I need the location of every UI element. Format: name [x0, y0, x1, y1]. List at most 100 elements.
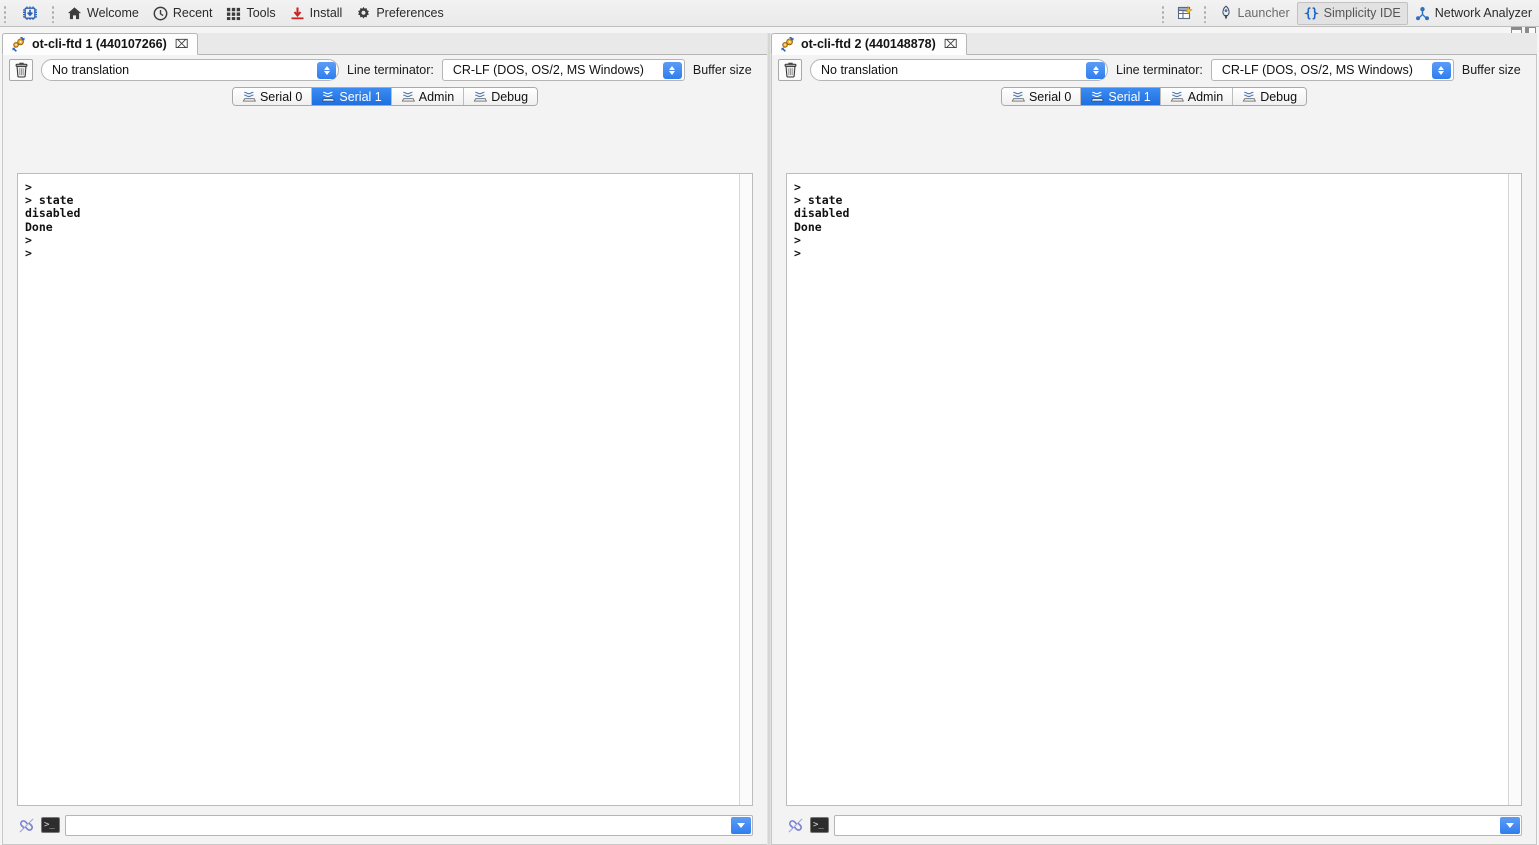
perspective-label-simplicity-ide: Simplicity IDE — [1323, 5, 1401, 20]
clock-icon — [153, 6, 168, 21]
console-body-left: No translation Line terminator: CR-LF (D… — [2, 55, 768, 845]
home-icon — [67, 6, 82, 21]
console-options-right: No translation Line terminator: CR-LF (D… — [772, 55, 1536, 85]
terminal-output-left[interactable]: > > state disabled Done > > — [17, 173, 753, 806]
console-options-left: No translation Line terminator: CR-LF (D… — [3, 55, 767, 85]
line-terminator-value-left: CR-LF (DOS, OS/2, MS Windows) — [452, 63, 644, 77]
keyboard-icon — [242, 91, 256, 102]
buffer-size-label-left: Buffer size — [692, 63, 752, 77]
perspective-drag-handle-2[interactable] — [1201, 3, 1210, 23]
toolbar-button-preferences[interactable]: Preferences — [349, 2, 450, 25]
launcher-icon — [1219, 5, 1233, 21]
serial-tab-label: Serial 0 — [1028, 89, 1072, 104]
workbench-area: ot-cli-ftd 1 (440107266) ⌧ No translatio… — [0, 27, 1539, 845]
console-panel-right: ot-cli-ftd 2 (440148878) ⌧ No translatio… — [771, 33, 1537, 845]
toolbar-button-install[interactable]: Install — [283, 2, 350, 25]
terminal-glyph-icon: >_ — [810, 817, 829, 833]
perspective-simplicity-ide[interactable]: Simplicity IDE — [1296, 1, 1408, 25]
toolbar-label-welcome: Welcome — [87, 5, 139, 20]
toolbar-label-install: Install — [309, 5, 343, 20]
editor-tab-row-right: ot-cli-ftd 2 (440148878) ⌧ — [771, 33, 1537, 55]
toolbar-label-preferences: Preferences — [376, 5, 444, 20]
editor-tab-row-left: ot-cli-ftd 1 (440107266) ⌧ — [2, 33, 768, 55]
download-icon — [290, 6, 305, 21]
serial-tab-serial-1-right[interactable]: Serial 1 — [1081, 88, 1161, 105]
stepper-icon[interactable] — [1431, 62, 1451, 79]
serial-tab-serial-1-left[interactable]: Serial 1 — [312, 88, 392, 105]
toolbar-button-chip-download[interactable] — [12, 2, 48, 25]
keyboard-icon — [1170, 91, 1184, 102]
keyboard-icon — [1242, 91, 1257, 102]
close-icon[interactable]: ⌧ — [175, 37, 189, 51]
serial-tab-serial-0-left[interactable]: Serial 0 — [232, 88, 313, 105]
stepper-icon[interactable] — [1086, 62, 1105, 79]
line-terminator-dropdown-right[interactable]: CR-LF (DOS, OS/2, MS Windows) — [1210, 59, 1454, 81]
keyboard-icon — [1011, 91, 1025, 102]
line-terminator-label-right: Line terminator: — [1116, 63, 1203, 77]
line-terminator-dropdown-left[interactable]: CR-LF (DOS, OS/2, MS Windows) — [441, 59, 685, 81]
editor-tab-title-right: ot-cli-ftd 2 (440148878) — [801, 37, 936, 51]
translation-value-right: No translation — [821, 63, 899, 77]
serial-tabs-left: Serial 0 Serial 1 Admin Debug — [231, 87, 539, 106]
serial-tab-admin-left[interactable]: Admin — [391, 88, 465, 105]
command-history-dropdown-right[interactable] — [1500, 816, 1520, 834]
toolbar-drag-handle[interactable] — [2, 3, 10, 23]
serial-tab-bar-left: Serial 0 Serial 1 Admin Debug — [3, 85, 767, 106]
serial-tab-serial-0-right[interactable]: Serial 0 — [1001, 88, 1082, 105]
terminal-output-right[interactable]: > > state disabled Done > > — [786, 173, 1522, 806]
serial-console-icon — [11, 36, 26, 52]
braces-icon — [1303, 6, 1319, 21]
serial-tab-debug-right[interactable]: Debug — [1233, 88, 1307, 105]
console-prompt-icon[interactable]: >_ — [41, 816, 60, 835]
serial-tab-debug-left[interactable]: Debug — [464, 88, 538, 105]
command-row-left: >_ — [17, 812, 753, 838]
command-input-right[interactable] — [834, 814, 1522, 836]
terminal-glyph-icon: >_ — [41, 817, 60, 833]
toolbar-label-tools: Tools — [246, 5, 276, 20]
open-perspective-icon — [1177, 5, 1193, 21]
serial-tab-label: Debug — [491, 89, 529, 104]
perspective-network-analyzer[interactable]: Network Analyzer — [1408, 2, 1539, 25]
terminal-scrollbar-right[interactable] — [1508, 174, 1521, 805]
translation-value-left: No translation — [52, 63, 130, 77]
command-history-dropdown-left[interactable] — [731, 816, 751, 834]
keyboard-icon — [473, 91, 488, 102]
network-icon — [1415, 6, 1430, 21]
serial-tab-label: Serial 1 — [1108, 89, 1151, 104]
toolbar-button-recent[interactable]: Recent — [146, 2, 220, 25]
keyboard-icon — [401, 91, 415, 102]
serial-tab-label: Serial 1 — [339, 89, 382, 104]
toolbar-button-welcome[interactable]: Welcome — [60, 2, 146, 25]
translation-dropdown-right[interactable]: No translation — [810, 59, 1108, 81]
perspective-drag-handle[interactable] — [1159, 3, 1168, 23]
editor-tab-right[interactable]: ot-cli-ftd 2 (440148878) ⌧ — [771, 33, 967, 55]
keyboard-icon — [321, 91, 336, 102]
serial-tab-label: Admin — [1187, 89, 1224, 104]
editor-tab-left[interactable]: ot-cli-ftd 1 (440107266) ⌧ — [2, 33, 198, 55]
connection-link-icon[interactable] — [786, 816, 805, 835]
grid-icon — [226, 6, 241, 21]
serial-tab-bar-right: Serial 0 Serial 1 Admin Debug — [772, 85, 1536, 106]
close-icon[interactable]: ⌧ — [944, 37, 958, 51]
clear-console-button-left[interactable] — [9, 59, 33, 81]
toolbar-button-tools[interactable]: Tools — [219, 2, 282, 25]
buffer-size-label-right: Buffer size — [1461, 63, 1521, 77]
command-input-left[interactable] — [65, 814, 753, 836]
toolbar-drag-handle-2[interactable] — [50, 3, 58, 23]
terminal-text-right: > > state disabled Done > > — [794, 180, 850, 261]
console-prompt-icon[interactable]: >_ — [810, 816, 829, 835]
toolbar-button-open-perspective[interactable] — [1170, 2, 1200, 25]
serial-tab-admin-right[interactable]: Admin — [1160, 88, 1234, 105]
connection-link-icon[interactable] — [17, 816, 36, 835]
serial-tab-label: Debug — [1260, 89, 1298, 104]
perspective-launcher[interactable]: Launcher — [1212, 2, 1297, 25]
toolbar-right-group: Launcher Simplicity IDE Network Analyzer — [1158, 0, 1539, 26]
terminal-scrollbar-left[interactable] — [739, 174, 752, 805]
stepper-icon[interactable] — [662, 62, 682, 79]
toolbar-left-group: Welcome Recent Tools Install Preferences — [0, 0, 451, 26]
editor-tab-title-left: ot-cli-ftd 1 (440107266) — [32, 37, 167, 51]
stepper-icon[interactable] — [317, 62, 336, 79]
translation-dropdown-left[interactable]: No translation — [41, 59, 339, 81]
serial-tab-label: Serial 0 — [259, 89, 303, 104]
clear-console-button-right[interactable] — [778, 59, 802, 81]
